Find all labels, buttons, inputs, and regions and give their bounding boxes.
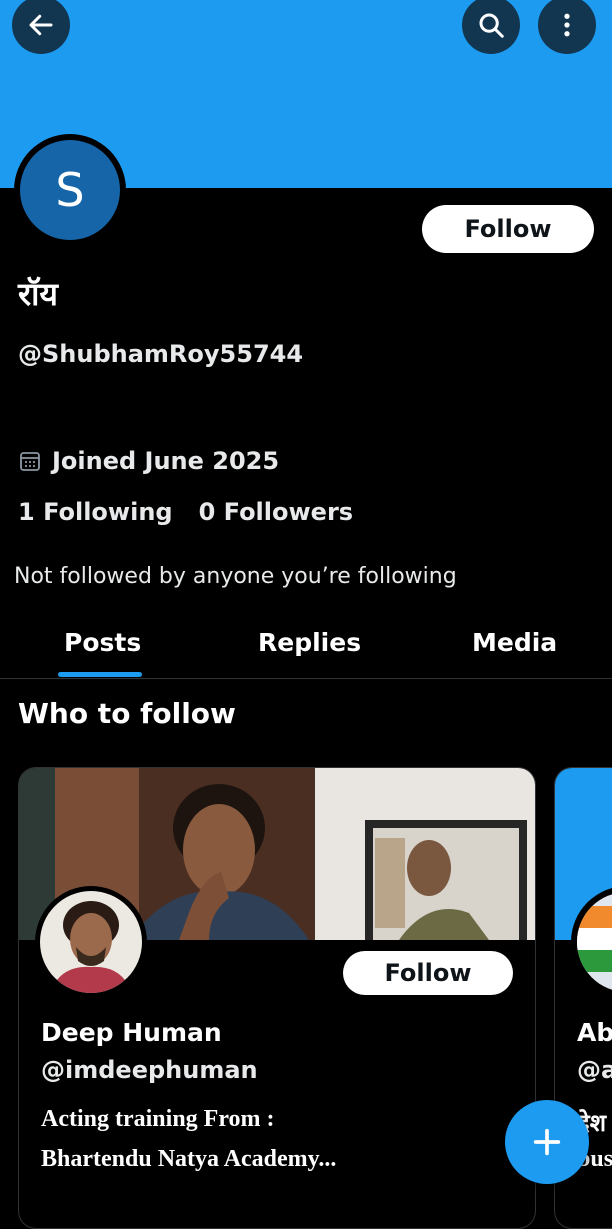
follow-button[interactable]: Follow <box>422 205 594 253</box>
not-followed-text: Not followed by anyone you’re following <box>14 564 457 589</box>
following-count: 1 <box>18 498 35 526</box>
tab-replies[interactable]: Replies <box>258 628 361 657</box>
followers-count: 0 <box>198 498 216 526</box>
avatar[interactable] <box>40 891 142 993</box>
followers-label: Followers <box>223 498 354 526</box>
suggestion-name: Deep Human <box>41 1018 222 1047</box>
suggestion-name: Ab <box>577 1018 612 1047</box>
suggestion-follow-button[interactable]: Follow <box>343 951 513 995</box>
following-link[interactable]: 1 Following <box>18 498 173 526</box>
profile-name: रॉय <box>18 275 58 313</box>
avatar <box>571 888 612 996</box>
suggestion-handle: @imdeephuman <box>41 1056 258 1084</box>
joined-date: Joined June 2025 <box>18 447 279 475</box>
suggestion-card[interactable]: Follow Deep Human @imdeephuman Acting tr… <box>18 767 536 1229</box>
arrow-left-icon <box>29 14 53 36</box>
avatar[interactable]: S <box>20 140 120 240</box>
suggestion-handle: @a <box>577 1056 612 1084</box>
search-icon <box>479 13 504 38</box>
calendar-icon <box>20 452 40 471</box>
profile-tabs: Posts Replies Media <box>0 612 612 679</box>
followers-link[interactable]: 0 Followers <box>199 498 353 526</box>
tab-posts[interactable]: Posts <box>64 628 141 657</box>
suggestion-bio-line-1: Acting training From : <box>41 1106 275 1132</box>
more-vertical-icon <box>564 13 570 37</box>
suggestion-avatar-frame <box>35 886 147 998</box>
tab-media[interactable]: Media <box>472 628 557 657</box>
who-to-follow-title: Who to follow <box>18 697 236 730</box>
plus-icon <box>533 1128 561 1156</box>
joined-text: Joined June 2025 <box>52 447 280 475</box>
follow-stats: 1 Following 0 Followers <box>18 498 353 526</box>
avatar-letter: S <box>55 163 85 217</box>
active-tab-indicator <box>58 672 142 677</box>
profile-handle: @ShubhamRoy55744 <box>18 340 304 368</box>
following-label: Following <box>43 498 173 526</box>
compose-post-button[interactable] <box>505 1100 589 1184</box>
profile-avatar-frame: S <box>14 134 126 246</box>
suggestion-bio-line-2: Bhartendu Natya Academy... <box>41 1146 337 1172</box>
